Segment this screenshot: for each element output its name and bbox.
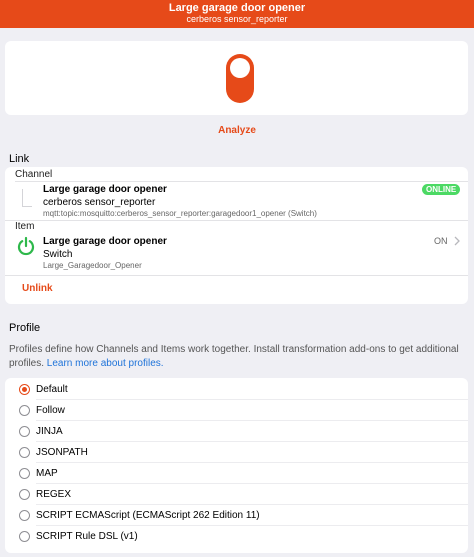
profile-option-script-ecmascript[interactable]: SCRIPT ECMAScript (ECMAScript 262 Editio… <box>5 505 468 526</box>
tree-connector <box>22 189 32 207</box>
radio-button[interactable] <box>19 510 30 521</box>
profile-option-label: JINJA <box>36 426 63 437</box>
profile-option-default[interactable]: Default <box>5 379 468 400</box>
link-section-title: Link <box>9 153 30 165</box>
profile-option-follow[interactable]: Follow <box>5 400 468 421</box>
radio-button[interactable] <box>19 405 30 416</box>
channel-thing: cerberos sensor_reporter <box>43 197 156 208</box>
profile-option-label: SCRIPT ECMAScript (ECMAScript 262 Editio… <box>36 510 260 521</box>
channel-title: Large garage door opener <box>43 184 167 195</box>
profile-option-label: JSONPATH <box>36 447 88 458</box>
profile-option-label: SCRIPT Rule DSL (v1) <box>36 531 138 542</box>
item-name: Large_Garagedoor_Opener <box>43 261 142 270</box>
divider <box>15 181 468 182</box>
switch-knob <box>230 58 250 78</box>
item-title: Large garage door opener <box>43 236 167 247</box>
item-type: Switch <box>43 249 73 260</box>
item-label: Item <box>15 221 35 232</box>
profile-option-regex[interactable]: REGEX <box>5 484 468 505</box>
navbar: Large garage door opener cerberos sensor… <box>0 0 474 28</box>
profile-option-label: Follow <box>36 405 65 416</box>
profile-section-title: Profile <box>9 322 41 334</box>
channel-label: Channel <box>15 169 53 180</box>
profile-option-label: Default <box>36 384 68 395</box>
profile-option-map[interactable]: MAP <box>5 463 468 484</box>
profile-option-label: REGEX <box>36 489 72 500</box>
radio-button[interactable] <box>19 531 30 542</box>
item-state: ON <box>434 236 448 246</box>
divider <box>5 275 468 276</box>
power-icon <box>17 236 35 256</box>
profile-option-script-rule-dsl[interactable]: SCRIPT Rule DSL (v1) <box>5 526 468 547</box>
divider <box>5 220 468 221</box>
radio-button[interactable] <box>19 384 30 395</box>
toggle-card <box>5 41 468 115</box>
analyze-button[interactable]: Analyze <box>0 125 474 136</box>
page-subtitle: cerberos sensor_reporter <box>186 14 288 24</box>
radio-button[interactable] <box>19 447 30 458</box>
profile-options-list: Default Follow JINJA JSONPATH MAP REGEX … <box>5 378 468 553</box>
status-badge: ONLINE <box>422 184 461 195</box>
page-title: Large garage door opener <box>168 2 306 14</box>
radio-button[interactable] <box>19 426 30 437</box>
profile-option-jsonpath[interactable]: JSONPATH <box>5 442 468 463</box>
unlink-button[interactable]: Unlink <box>22 283 53 294</box>
profile-option-label: MAP <box>36 468 58 479</box>
learn-more-link[interactable]: Learn more about profiles. <box>47 358 164 369</box>
radio-button[interactable] <box>19 489 30 500</box>
chevron-right-icon <box>454 236 460 246</box>
profile-description: Profiles define how Channels and Items w… <box>9 343 465 371</box>
radio-button[interactable] <box>19 468 30 479</box>
profile-option-jinja[interactable]: JINJA <box>5 421 468 442</box>
switch-toggle[interactable] <box>226 54 254 103</box>
link-card: Channel Large garage door opener cerbero… <box>5 167 468 304</box>
channel-uid: mqtt:topic:mosquitto:cerberos_sensor_rep… <box>43 209 317 218</box>
